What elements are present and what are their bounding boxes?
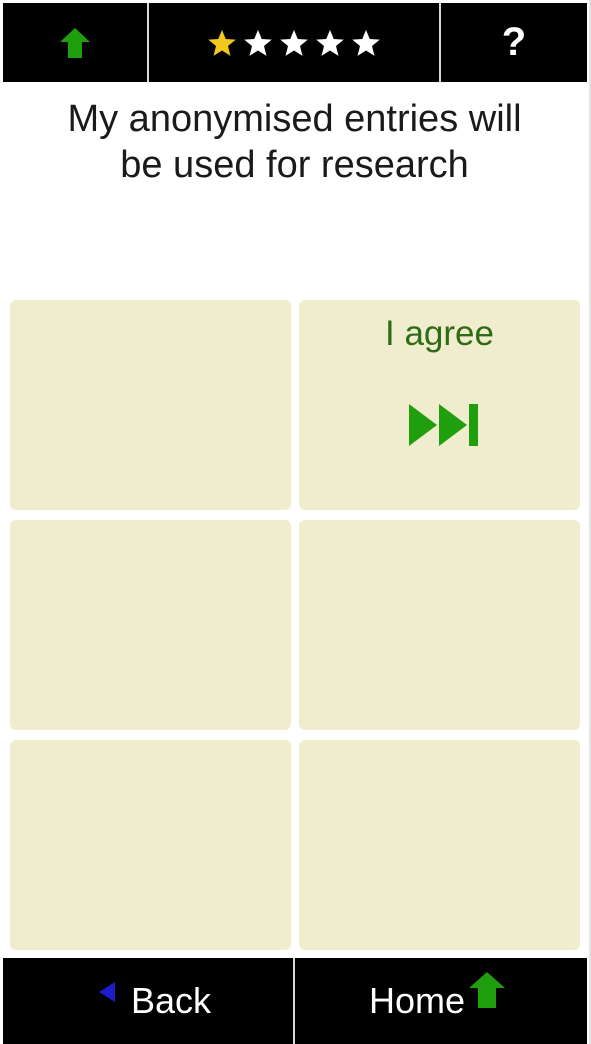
back-triangle-icon [99, 982, 115, 1002]
home-button[interactable]: Home [295, 958, 587, 1044]
back-label: Back [131, 980, 212, 1021]
home-up-arrow-icon [60, 27, 90, 58]
fast-forward-icon [409, 404, 478, 446]
top-bar: ? [3, 3, 587, 82]
home-up-arrow-icon [469, 972, 505, 1008]
option-tile-empty [10, 520, 291, 730]
agree-label: I agree [385, 314, 494, 353]
agree-option-button[interactable]: I agree [299, 300, 580, 510]
prompt-line-1: My anonymised entries will [67, 98, 522, 140]
help-label: ? [501, 20, 527, 64]
help-button[interactable]: ? [441, 3, 587, 82]
page: ? My anonymised entries will be used for… [0, 0, 591, 1044]
star-empty-icon [244, 29, 272, 56]
bottom-bar: Back Home [3, 958, 587, 1044]
star-filled-icon [208, 29, 236, 56]
star-empty-icon [316, 29, 344, 56]
back-button[interactable]: Back [3, 958, 295, 1044]
option-tile-empty [10, 300, 291, 510]
option-grid: I agree [10, 300, 580, 950]
option-tile-empty [10, 740, 291, 950]
prompt-text: My anonymised entries will be used for r… [0, 96, 589, 188]
home-nav-button[interactable] [3, 3, 149, 82]
star-empty-icon [352, 29, 380, 56]
star-empty-icon [280, 29, 308, 56]
star-rating [149, 3, 441, 82]
option-tile-empty [299, 740, 580, 950]
prompt-line-2: be used for research [120, 144, 469, 186]
home-label: Home [369, 980, 466, 1021]
option-tile-empty [299, 520, 580, 730]
